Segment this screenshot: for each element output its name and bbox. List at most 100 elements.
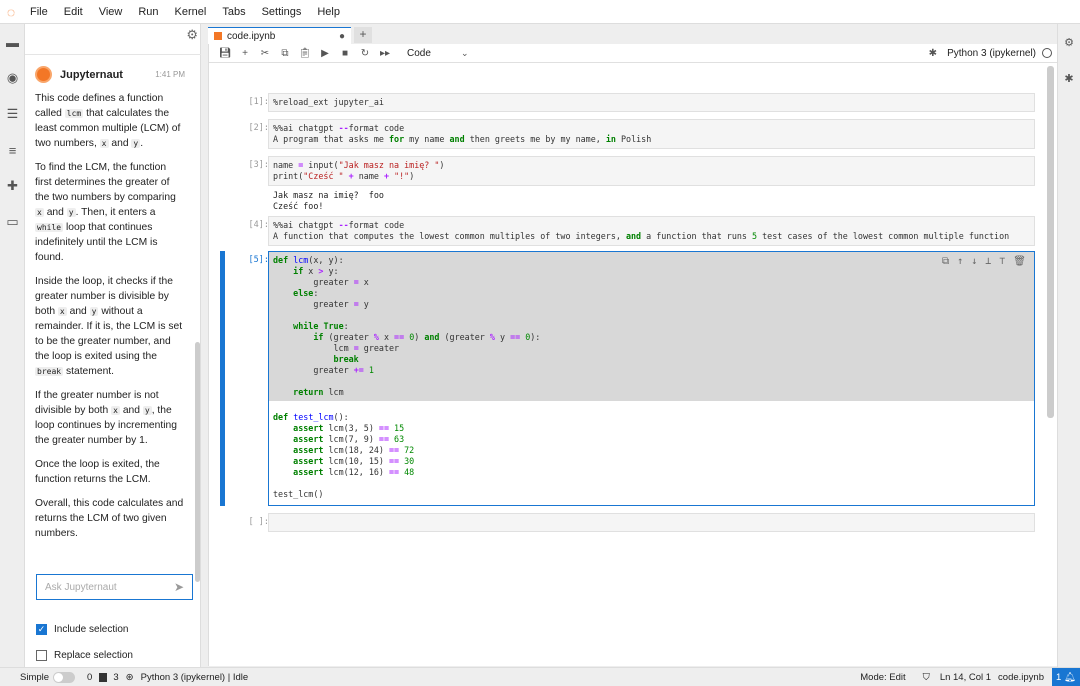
- replace-selection-checkbox[interactable]: Replace selection: [36, 650, 133, 661]
- run-icon[interactable]: ▶: [315, 48, 335, 59]
- checkbox-unchecked-icon[interactable]: [36, 650, 47, 661]
- cell-editor[interactable]: def lcm(x, y): if x > y: greater = x els…: [268, 251, 1035, 506]
- checkbox-checked-icon[interactable]: ✓: [36, 624, 47, 635]
- stop-icon[interactable]: ■: [335, 48, 355, 59]
- bug-icon[interactable]: ✱: [929, 48, 937, 59]
- code-token: %%ai chatgpt: [273, 220, 339, 230]
- cell-prompt: [4]:: [234, 220, 269, 230]
- text: . Then, it enters a: [76, 207, 156, 218]
- toc-icon[interactable]: ☰: [0, 96, 25, 132]
- cell-editor[interactable]: name = input("Jak masz na imię? ")print(…: [268, 156, 1035, 186]
- kernel-name[interactable]: Python 3 (ipykernel): [947, 48, 1036, 59]
- notifications-button[interactable]: 1 🔔︎: [1052, 668, 1080, 686]
- menu-help[interactable]: Help: [309, 6, 348, 18]
- move-down-icon[interactable]: ↓: [971, 256, 977, 267]
- extension-icon[interactable]: ✚: [0, 168, 25, 204]
- save-icon[interactable]: 💾︎: [215, 48, 235, 59]
- code-token: [273, 387, 293, 397]
- code-token: ==: [394, 332, 404, 342]
- debugger-icon[interactable]: ✱: [1058, 60, 1080, 96]
- property-inspector-icon[interactable]: ⚙: [1058, 24, 1080, 60]
- include-selection-checkbox[interactable]: ✓ Include selection: [36, 624, 129, 635]
- code-line: assert lcm(3, 5) == 15: [273, 423, 1030, 434]
- chat-paragraph: To find the LCM, the function first dete…: [35, 160, 185, 265]
- folder-icon[interactable]: ▬: [0, 24, 25, 60]
- add-cell-icon[interactable]: +: [235, 48, 255, 59]
- delete-icon[interactable]: 🗑︎: [1013, 256, 1026, 267]
- text: and: [120, 405, 143, 416]
- menu-run[interactable]: Run: [130, 6, 166, 18]
- unsaved-dot-icon[interactable]: ●: [339, 31, 345, 42]
- code-token: lcm(12, 16): [323, 467, 389, 477]
- code-line: [273, 478, 1030, 489]
- cell-editor[interactable]: %%ai chatgpt --format codeA program that…: [268, 119, 1035, 149]
- inline-code: y: [143, 406, 152, 415]
- chat-input[interactable]: Ask Jupyternaut ➤: [36, 574, 193, 600]
- paste-icon[interactable]: 📋︎: [295, 48, 315, 59]
- jupyternaut-avatar: [35, 66, 52, 83]
- code-token: assert: [293, 445, 323, 455]
- replace-selection-label: Replace selection: [54, 650, 133, 661]
- code-token: x: [303, 266, 318, 276]
- terminals-count[interactable]: 0: [87, 672, 92, 683]
- chat-scrollbar[interactable]: [195, 342, 200, 582]
- cell-editor[interactable]: %%ai chatgpt --format codeA function tha…: [268, 216, 1035, 246]
- code-line: if x > y:: [273, 266, 1030, 277]
- code-token: True: [323, 321, 343, 331]
- chevron-down-icon[interactable]: ⌄: [461, 48, 469, 59]
- insert-below-icon[interactable]: ⊤: [999, 256, 1005, 267]
- menu-tabs[interactable]: Tabs: [214, 6, 253, 18]
- new-tab-button[interactable]: +: [354, 27, 372, 43]
- code-token: 15: [394, 423, 404, 433]
- cell-editor[interactable]: [268, 513, 1035, 532]
- code-token: greater: [273, 299, 354, 309]
- menu-kernel[interactable]: Kernel: [167, 6, 215, 18]
- cell-type-select[interactable]: Code: [407, 48, 461, 59]
- code-token: lcm: [323, 387, 343, 397]
- duplicate-icon[interactable]: ⧉: [942, 256, 949, 267]
- simple-mode-label: Simple: [20, 672, 49, 683]
- cut-icon[interactable]: ✂: [255, 48, 275, 59]
- cell-prompt: [1]:: [234, 97, 269, 107]
- code-token: x: [379, 332, 394, 342]
- simple-mode-toggle[interactable]: [53, 672, 75, 683]
- gear-icon[interactable]: ⚙: [186, 27, 198, 43]
- jupyter-logo-icon[interactable]: ◌: [0, 1, 22, 23]
- kernel-indicator[interactable]: ✱ Python 3 (ipykernel): [929, 48, 1052, 59]
- tab-code-ipynb[interactable]: code.ipynb ●: [208, 27, 351, 44]
- list-icon[interactable]: ≡: [0, 132, 25, 168]
- code-token: [273, 266, 293, 276]
- cell-editor[interactable]: %reload_ext jupyter_ai: [268, 93, 1035, 112]
- code-token: return: [293, 387, 323, 397]
- running-icon[interactable]: ◉: [0, 60, 25, 96]
- restart-icon[interactable]: ↻: [355, 48, 375, 59]
- code-line: assert lcm(10, 15) == 30: [273, 456, 1030, 467]
- code-token: test_lcm: [293, 412, 333, 422]
- move-up-icon[interactable]: ↑: [957, 256, 963, 267]
- cursor-position[interactable]: Ln 14, Col 1: [940, 672, 991, 683]
- code-token: ):: [530, 332, 540, 342]
- chat-message: Jupyternaut 1:41 PM This code defines a …: [35, 66, 185, 550]
- menu-settings[interactable]: Settings: [254, 6, 310, 18]
- fast-forward-icon[interactable]: ▸▸: [375, 48, 395, 59]
- kernels-count[interactable]: 3: [113, 672, 118, 683]
- kernel-status[interactable]: Python 3 (ipykernel) | Idle: [141, 672, 249, 683]
- output-line: Cześć foo!: [273, 201, 384, 212]
- code-token: in: [606, 134, 616, 144]
- code-token: greater: [359, 343, 399, 353]
- notebook-scrollbar[interactable]: [1047, 66, 1054, 418]
- menu-view[interactable]: View: [91, 6, 131, 18]
- menu-bar: ◌ File Edit View Run Kernel Tabs Setting…: [0, 0, 1080, 24]
- menu-edit[interactable]: Edit: [56, 6, 91, 18]
- code-line: break: [273, 354, 1030, 365]
- copy-icon[interactable]: ⧉: [275, 48, 295, 59]
- send-icon[interactable]: ➤: [174, 580, 184, 594]
- code-token: [273, 467, 293, 477]
- code-token: if: [293, 266, 303, 276]
- insert-above-icon[interactable]: ⊥: [985, 256, 991, 267]
- code-line: test_lcm(): [273, 489, 1030, 500]
- shield-icon[interactable]: ⛉: [923, 672, 930, 683]
- chat-icon[interactable]: ▭: [0, 204, 25, 240]
- code-token: A program that asks me: [273, 134, 389, 144]
- menu-file[interactable]: File: [22, 6, 56, 18]
